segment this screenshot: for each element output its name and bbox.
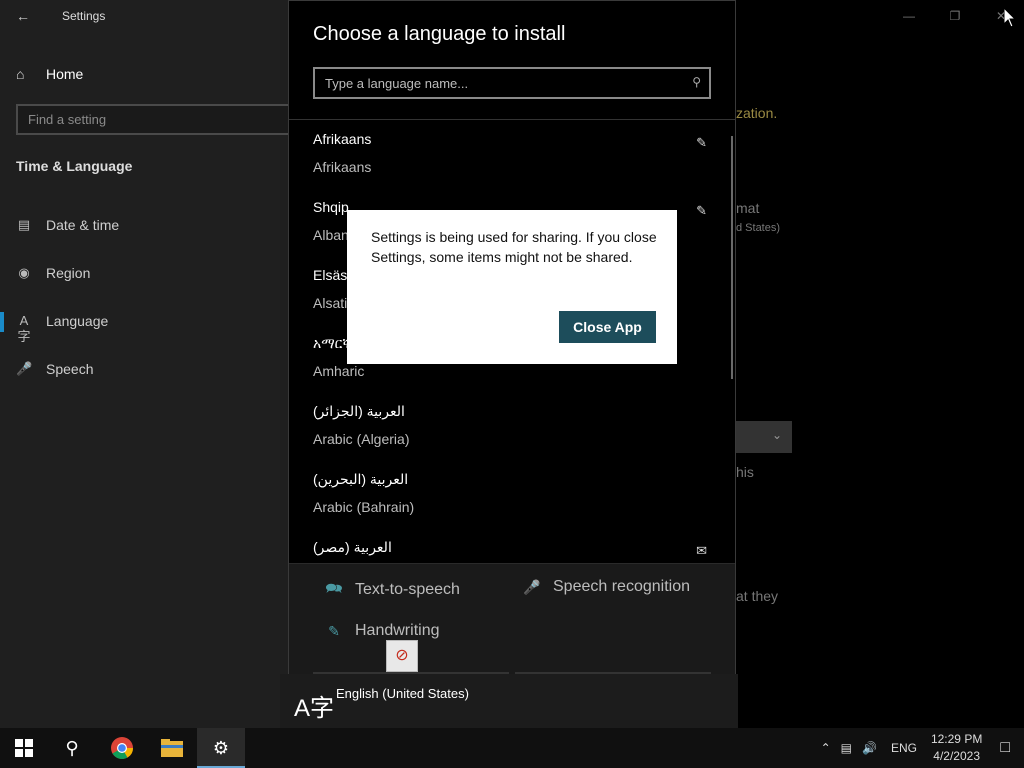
chevron-down-icon: ⌄ — [771, 428, 782, 442]
feature-label: Handwriting — [355, 622, 440, 639]
divider — [289, 119, 735, 120]
windows-start-icon[interactable] — [0, 728, 48, 768]
file-explorer-icon[interactable] — [148, 728, 196, 768]
settings-sidebar: ← Settings ⌂ Home Time & Language ▤ Date… — [0, 0, 306, 728]
language-item[interactable]: العربية (البحرين) Arabic (Bahrain) — [313, 461, 713, 529]
taskbar: ⚲ ⚙ ⌃ ▤ 🔊 ENG 12:29 PM 4/2/2023 □ — [0, 728, 1024, 768]
no-entry-icon: ⊘ — [386, 640, 418, 672]
language-search-box[interactable]: ⚲ — [313, 67, 711, 99]
language-native-name: አማርኛ — [313, 335, 352, 351]
chrome-icon[interactable] — [98, 728, 146, 768]
language-native-name: العربية (البحرين) — [313, 471, 409, 487]
scrollbar[interactable] — [731, 136, 733, 379]
chevron-up-icon[interactable]: ⌃ — [821, 741, 831, 755]
settings-gear-icon[interactable]: ⚙ — [197, 728, 245, 768]
background-text: his — [736, 464, 754, 480]
app-title: Settings — [62, 9, 106, 23]
language-english-name: Alban — [313, 227, 349, 243]
search-icon[interactable]: ⚲ — [692, 75, 701, 89]
clock-time: 12:29 PM — [930, 732, 983, 746]
close-icon[interactable]: ✕ — [978, 0, 1024, 32]
handwriting-icon: ✎ — [696, 135, 707, 150]
system-tray: ⌃ ▤ 🔊 ENG 12:29 PM 4/2/2023 □ — [821, 728, 1024, 768]
find-setting-box[interactable] — [16, 104, 306, 135]
handwriting-icon: ✎ — [696, 203, 707, 218]
calendar-clock-icon: ▤ — [17, 217, 31, 232]
section-title: Time & Language — [16, 158, 133, 174]
nav-item-speech[interactable]: 🎤 Speech — [16, 359, 93, 379]
sharing-alert-dialog: Settings is being used for sharing. If y… — [347, 210, 677, 364]
nav-home[interactable]: ⌂ Home — [16, 64, 83, 84]
feature-panel: 🗪 Text-to-speech 🎤 Speech recognition ✎ … — [289, 563, 735, 678]
feature-speech-recognition: 🎤 Speech recognition — [523, 578, 690, 596]
active-indicator — [0, 312, 4, 332]
microphone-icon: 🎤 — [16, 361, 33, 376]
nav-item-label: Speech — [46, 361, 94, 377]
display-language-icon: ✉ — [696, 543, 707, 558]
feature-label: Speech recognition — [553, 578, 690, 595]
search-icon[interactable]: ⚲ — [48, 728, 96, 768]
feature-handwriting: ✎ Handwriting — [325, 622, 439, 640]
microphone-icon: 🎤 — [523, 578, 541, 595]
background-link-text[interactable]: zation. — [736, 105, 777, 121]
nav-item-language[interactable]: A字 Language — [16, 311, 109, 344]
close-app-button[interactable]: Close App — [559, 311, 656, 343]
language-english-name: Amharic — [313, 363, 365, 379]
nav-item-label: Date & time — [46, 217, 120, 233]
nav-item-region[interactable]: ◉ Region — [16, 263, 90, 283]
notification-icon[interactable]: □ — [1000, 739, 1010, 757]
background-text: d States) — [736, 222, 781, 234]
nav-item-label: Language — [46, 313, 109, 329]
handwriting-icon: ✎ — [328, 622, 340, 639]
speech-bubble-icon: 🗪 — [325, 580, 343, 596]
language-english-name: Afrikaans — [313, 159, 372, 175]
network-icon[interactable]: ▤ — [841, 741, 852, 755]
background-text: at they — [736, 588, 779, 604]
clock[interactable]: 12:29 PM 4/2/2023 — [931, 731, 982, 765]
language-native-name: العربية (الجزائر) — [313, 403, 405, 419]
background-dropdown[interactable]: ⌄ — [736, 421, 792, 453]
feature-text-to-speech: 🗪 Text-to-speech — [325, 578, 460, 602]
language-english-name: Arabic (Algeria) — [313, 431, 410, 447]
language-native-name: Shqip — [313, 199, 349, 215]
language-english-name: Arabic (Bahrain) — [313, 499, 415, 515]
language-item[interactable]: Afrikaans Afrikaans ✎ — [313, 121, 713, 189]
language-english-name: Alsati — [313, 295, 348, 311]
restore-icon[interactable]: ❐ — [932, 0, 978, 32]
back-arrow-icon[interactable]: ← — [16, 8, 32, 24]
alert-message: Settings is being used for sharing. If y… — [371, 229, 657, 265]
input-indicator[interactable]: ENG — [891, 741, 917, 755]
globe-icon: ◉ — [18, 265, 30, 280]
volume-icon[interactable]: 🔊 — [862, 741, 877, 755]
nav-item-label: Region — [46, 265, 91, 281]
language-native-name: Afrikaans — [313, 131, 372, 147]
clock-date: 4/2/2023 — [933, 749, 980, 763]
language-icon: A字 — [17, 313, 31, 344]
nav-item-date-time[interactable]: ▤ Date & time — [16, 215, 119, 235]
language-icon: A字 — [294, 695, 335, 722]
mouse-cursor-icon — [1004, 8, 1016, 28]
background-text: mat — [736, 200, 760, 216]
find-setting-input[interactable] — [18, 106, 304, 133]
language-search-input[interactable] — [315, 69, 709, 97]
home-icon: ⌂ — [16, 66, 25, 82]
language-item[interactable]: العربية (مصر) ✉ — [313, 529, 713, 561]
dialog-title: Choose a language to install — [313, 23, 566, 45]
feature-label: Text-to-speech — [355, 581, 460, 598]
language-native-name: العربية (مصر) — [313, 539, 392, 555]
minimize-icon[interactable]: — — [886, 0, 932, 32]
nav-home-label: Home — [46, 66, 84, 82]
flyout-language-option[interactable]: English (United States) — [336, 686, 469, 701]
language-item[interactable]: العربية (الجزائر) Arabic (Algeria) — [313, 393, 713, 461]
